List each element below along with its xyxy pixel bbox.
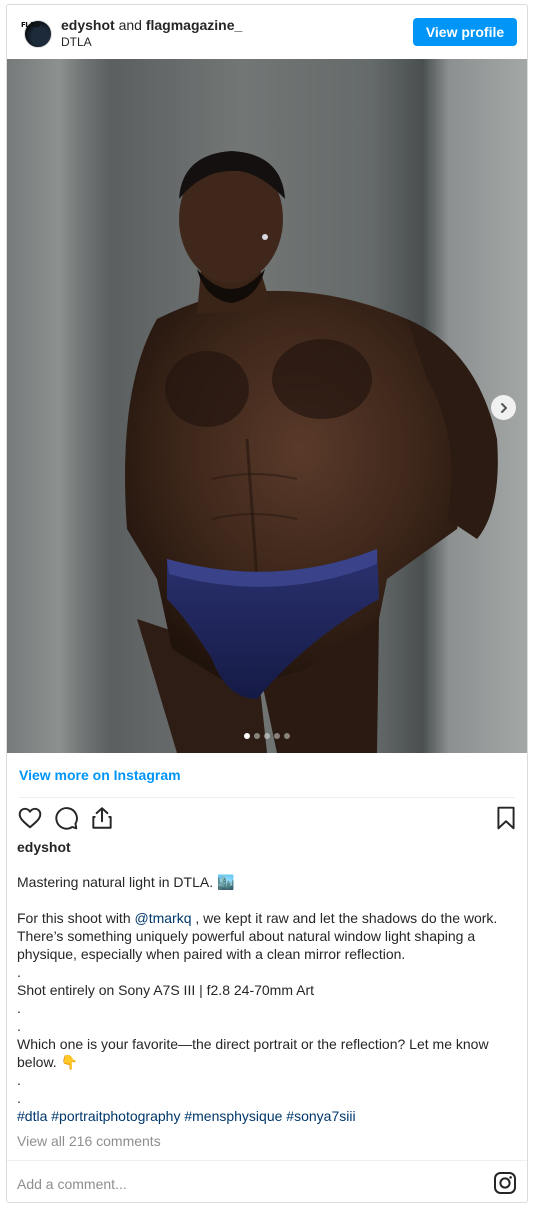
author-conjunction: and bbox=[118, 17, 142, 33]
mention-link[interactable]: @tmarkq bbox=[135, 910, 192, 926]
photo-illustration bbox=[125, 151, 498, 753]
caption-gear: Shot entirely on Sony A7S III | f2.8 24-… bbox=[17, 982, 315, 998]
view-profile-button[interactable]: View profile bbox=[413, 18, 517, 46]
post-authors: edyshot and flagmagazine_ bbox=[61, 17, 242, 34]
chevron-right-icon bbox=[500, 402, 507, 413]
post-username[interactable]: edyshot bbox=[17, 839, 71, 855]
view-all-comments-link[interactable]: View all 216 comments bbox=[17, 1133, 161, 1149]
caption-question: Which one is your favorite—the direct po… bbox=[17, 1036, 489, 1070]
caption-line: Mastering natural light in DTLA. 🏙️ bbox=[17, 874, 235, 890]
caption-dot: . bbox=[17, 1090, 21, 1106]
divider bbox=[7, 1160, 527, 1161]
post-photo[interactable] bbox=[7, 59, 527, 753]
carousel-dot bbox=[274, 733, 280, 739]
hashtag-link[interactable]: #dtla bbox=[17, 1108, 47, 1124]
caption-dot: . bbox=[17, 1018, 21, 1034]
heart-icon[interactable] bbox=[17, 805, 43, 831]
post-header: FLAG edyshot and flagmagazine_ DTLA View… bbox=[7, 5, 527, 60]
carousel-indicator bbox=[7, 733, 527, 739]
view-more-link[interactable]: View more on Instagram bbox=[19, 767, 181, 783]
carousel-next-button[interactable] bbox=[491, 395, 516, 420]
instagram-embed-card: FLAG edyshot and flagmagazine_ DTLA View… bbox=[6, 4, 528, 1203]
caption-dot: . bbox=[17, 964, 21, 980]
author-link-flagmagazine[interactable]: flagmagazine_ bbox=[146, 17, 242, 33]
caption-dot: . bbox=[17, 1072, 21, 1088]
post-caption: Mastering natural light in DTLA. 🏙️ For … bbox=[17, 873, 521, 1125]
caption-text: For this shoot with bbox=[17, 910, 135, 926]
instagram-icon[interactable] bbox=[493, 1171, 517, 1195]
carousel-dot bbox=[264, 733, 270, 739]
hashtag-link[interactable]: #sonya7siii bbox=[286, 1108, 355, 1124]
caption-paragraph: For this shoot with @tmarkq , we kept it… bbox=[17, 909, 521, 963]
avatar-logo-text: FLAG bbox=[21, 21, 40, 29]
bookmark-icon[interactable] bbox=[493, 805, 519, 831]
caption-dot: . bbox=[17, 1000, 21, 1016]
share-icon[interactable] bbox=[89, 805, 115, 831]
author-link-edyshot[interactable]: edyshot bbox=[61, 17, 115, 33]
comment-icon[interactable] bbox=[53, 805, 79, 831]
carousel-dot bbox=[244, 733, 250, 739]
carousel-dot bbox=[284, 733, 290, 739]
divider bbox=[19, 797, 515, 798]
caption-hashtags: #dtla #portraitphotography #mensphysique… bbox=[17, 1107, 521, 1125]
hashtag-link[interactable]: #portraitphotography bbox=[51, 1108, 180, 1124]
location-label[interactable]: DTLA bbox=[61, 35, 92, 49]
carousel-dot bbox=[254, 733, 260, 739]
hashtag-link[interactable]: #mensphysique bbox=[184, 1108, 282, 1124]
add-comment-input[interactable]: Add a comment... bbox=[17, 1176, 127, 1192]
action-bar bbox=[7, 805, 527, 833]
